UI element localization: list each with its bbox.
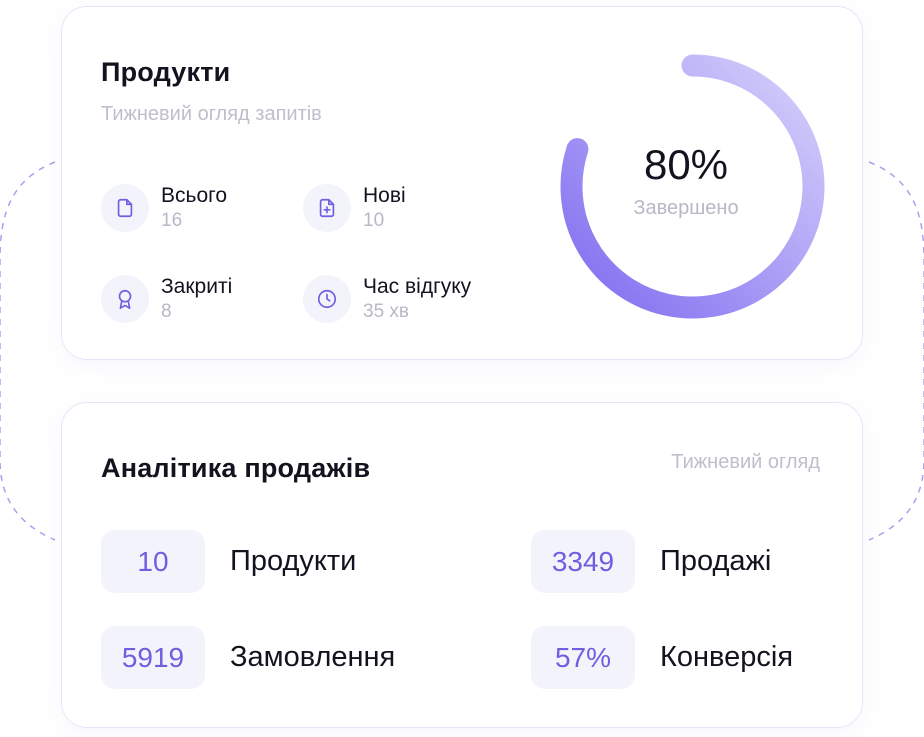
completion-percent: 80% <box>643 141 729 188</box>
metric-orders: 5919 Замовлення <box>101 626 395 689</box>
stat-response-time: Час відгуку 35 хв <box>303 275 471 323</box>
add-document-icon <box>303 184 351 232</box>
stat-value: 10 <box>363 210 385 231</box>
stat-label: Час відгуку <box>363 275 472 298</box>
products-title: Продукти <box>101 57 231 87</box>
stat-label: Нові <box>363 184 406 207</box>
sales-card: Аналітика продажів Тижневий огляд 10 Про… <box>61 402 863 728</box>
metric-value: 3349 <box>531 530 635 593</box>
metric-products: 10 Продукти <box>101 530 356 593</box>
metric-label: Продукти <box>230 545 357 577</box>
metric-value: 5919 <box>101 626 205 689</box>
stat-value: 16 <box>161 210 183 231</box>
metric-label: Продажі <box>660 545 772 577</box>
stat-new: Нові 10 <box>303 184 406 232</box>
award-icon <box>101 275 149 323</box>
sales-title: Аналітика продажів <box>101 453 371 483</box>
completion-label: Завершено <box>633 197 739 219</box>
stat-value: 8 <box>161 301 172 322</box>
products-card: Продукти Тижневий огляд запитів Всього 1… <box>61 6 863 360</box>
products-subtitle: Тижневий огляд запитів <box>101 103 322 125</box>
metric-conversion: 57% Конверсія <box>531 626 793 689</box>
clock-icon <box>303 275 351 323</box>
stat-label: Всього <box>161 184 228 207</box>
document-icon <box>101 184 149 232</box>
metric-sales: 3349 Продажі <box>531 530 771 593</box>
metric-value: 10 <box>101 530 205 593</box>
stat-closed: Закриті 8 <box>101 275 232 323</box>
metric-label: Замовлення <box>230 641 396 673</box>
stat-total: Всього 16 <box>101 184 227 232</box>
metric-value: 57% <box>531 626 635 689</box>
stat-label: Закриті <box>161 275 233 298</box>
stat-value: 35 хв <box>363 301 410 322</box>
sales-subtitle: Тижневий огляд <box>671 451 820 473</box>
metric-label: Конверсія <box>660 641 794 673</box>
